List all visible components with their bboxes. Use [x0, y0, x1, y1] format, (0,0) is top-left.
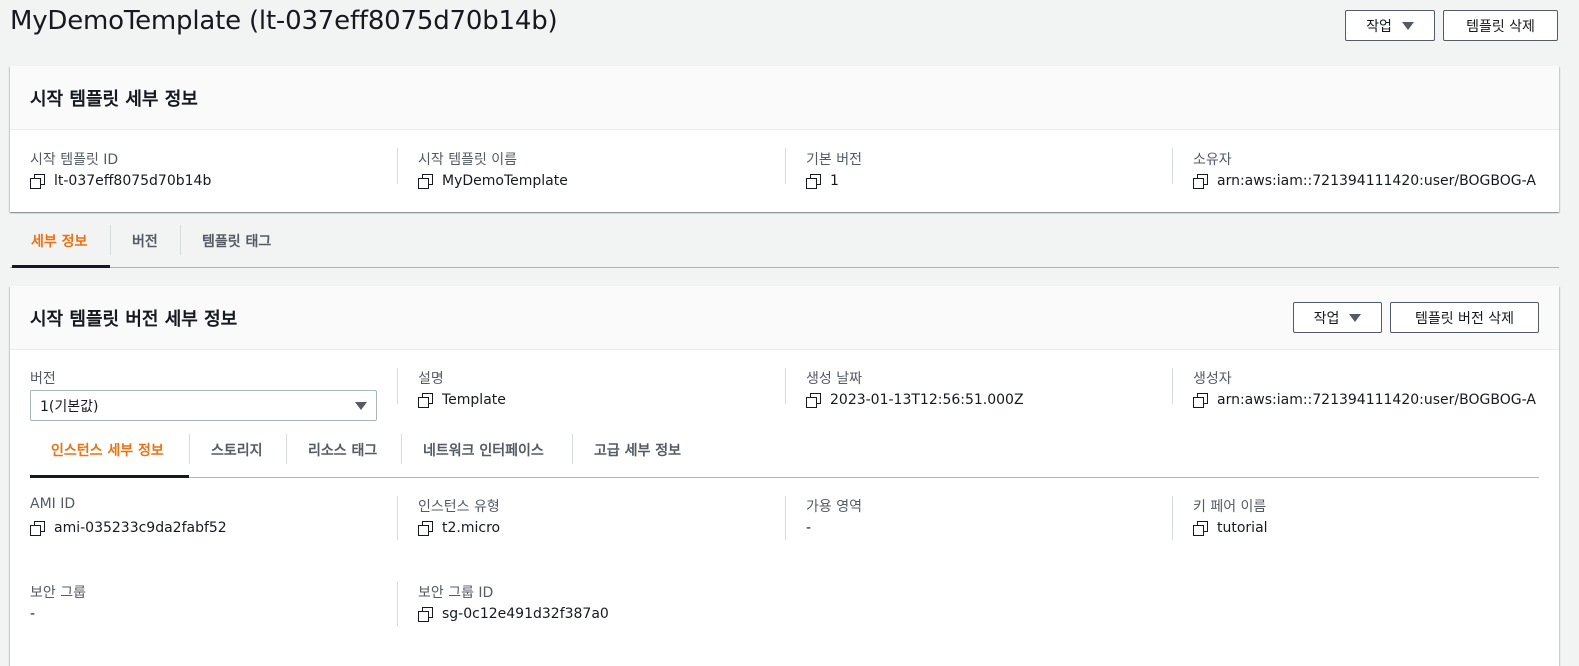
copy-icon[interactable]: [30, 521, 45, 536]
creation-date-value: 2023-01-13T12:56:51.000Z: [806, 392, 1024, 408]
subtab-network-interfaces[interactable]: 네트워크 인터페이스: [423, 440, 544, 460]
tab-template-tags[interactable]: 템플릿 태그: [202, 231, 271, 251]
copy-icon[interactable]: [418, 521, 433, 536]
security-group-value: -: [30, 606, 36, 622]
security-group-label: 보안 그룹: [30, 585, 86, 601]
divider: [785, 148, 786, 184]
divider: [785, 496, 786, 540]
divider: [397, 496, 398, 540]
template-name-label: 시작 템플릿 이름: [418, 152, 518, 168]
tab-divider: [286, 434, 287, 464]
owner-value: arn:aws:iam::721394111420:user/BOGBOG-A: [1193, 173, 1536, 189]
card-title: 시작 템플릿 세부 정보: [30, 89, 198, 110]
created-by-label: 생성자: [1193, 371, 1232, 387]
delete-template-button[interactable]: 템플릿 삭제: [1443, 10, 1558, 41]
divider: [1172, 148, 1173, 184]
copy-icon[interactable]: [806, 393, 821, 408]
tab-divider: [401, 434, 402, 464]
default-version-label: 기본 버전: [806, 152, 862, 168]
owner-label: 소유자: [1193, 152, 1232, 168]
subtab-resource-tags[interactable]: 리소스 태그: [308, 440, 377, 460]
active-tab-indicator: [12, 265, 110, 268]
tab-divider: [572, 434, 573, 464]
active-subtab-indicator: [30, 475, 189, 478]
divider: [1172, 368, 1173, 404]
version-select[interactable]: 1(기본값): [30, 390, 377, 421]
version-select-value: 1(기본값): [40, 398, 99, 415]
tab-versions[interactable]: 버전: [132, 231, 158, 251]
divider: [1172, 496, 1173, 540]
subtab-advanced-details[interactable]: 고급 세부 정보: [594, 440, 681, 460]
tab-divider: [189, 434, 190, 464]
card-title: 시작 템플릿 버전 세부 정보: [30, 309, 238, 330]
copy-icon[interactable]: [418, 174, 433, 189]
actions-button-label: 작업: [1313, 310, 1340, 327]
divider: [397, 148, 398, 184]
copy-icon[interactable]: [418, 607, 433, 622]
delete-version-button[interactable]: 템플릿 버전 삭제: [1390, 302, 1539, 333]
security-group-id-label: 보안 그룹 ID: [418, 585, 494, 601]
version-details-card: 시작 템플릿 버전 세부 정보 작업 템플릿 버전 삭제 버전 1(기본값) 설…: [10, 286, 1559, 666]
key-pair-value: tutorial: [1193, 520, 1268, 536]
key-pair-label: 키 페어 이름: [1193, 499, 1267, 515]
default-version-value: 1: [806, 173, 839, 189]
caret-down-icon: [1401, 21, 1414, 30]
availability-zone-label: 가용 영역: [806, 499, 862, 515]
creation-date-label: 생성 날짜: [806, 371, 862, 387]
instance-type-label: 인스턴스 유형: [418, 499, 500, 515]
description-value: Template: [418, 392, 506, 408]
description-label: 설명: [418, 371, 444, 387]
copy-icon[interactable]: [30, 174, 45, 189]
actions-button-label: 작업: [1366, 18, 1392, 35]
copy-icon[interactable]: [418, 393, 433, 408]
version-select-label: 버전: [30, 371, 56, 387]
card-header: 시작 템플릿 세부 정보: [10, 66, 1559, 130]
copy-icon[interactable]: [1193, 393, 1208, 408]
copy-icon[interactable]: [806, 174, 821, 189]
template-details-card: 시작 템플릿 세부 정보 시작 템플릿 ID lt-037eff8075d70b…: [10, 66, 1559, 212]
availability-zone-value: -: [806, 520, 812, 536]
subtab-storage[interactable]: 스토리지: [211, 440, 263, 460]
subtabs-baseline: [30, 477, 1539, 478]
copy-icon[interactable]: [1193, 521, 1208, 536]
template-id-value: lt-037eff8075d70b14b: [30, 173, 211, 189]
subtab-instance-details[interactable]: 인스턴스 세부 정보: [51, 440, 164, 460]
ami-id-value: ami-035233c9da2fabf52: [30, 520, 227, 536]
page-title: MyDemoTemplate (lt-037eff8075d70b14b): [10, 6, 558, 36]
caret-down-icon: [355, 402, 367, 410]
template-name-value: MyDemoTemplate: [418, 173, 568, 189]
instance-type-value: t2.micro: [418, 520, 500, 536]
security-group-id-value: sg-0c12e491d32f387a0: [418, 606, 609, 622]
actions-dropdown-button[interactable]: 작업: [1345, 10, 1435, 41]
tab-divider: [110, 225, 111, 255]
divider: [397, 368, 398, 404]
tab-divider: [180, 225, 181, 255]
tab-details[interactable]: 세부 정보: [31, 231, 87, 251]
tabs-baseline: [10, 267, 1559, 268]
divider: [397, 582, 398, 626]
ami-id-label: AMI ID: [30, 496, 76, 512]
divider: [785, 368, 786, 404]
created-by-value: arn:aws:iam::721394111420:user/BOGBOG-A: [1193, 392, 1536, 408]
template-id-label: 시작 템플릿 ID: [30, 152, 119, 168]
copy-icon[interactable]: [1193, 174, 1208, 189]
caret-down-icon: [1349, 313, 1362, 322]
version-actions-dropdown-button[interactable]: 작업: [1293, 302, 1382, 333]
